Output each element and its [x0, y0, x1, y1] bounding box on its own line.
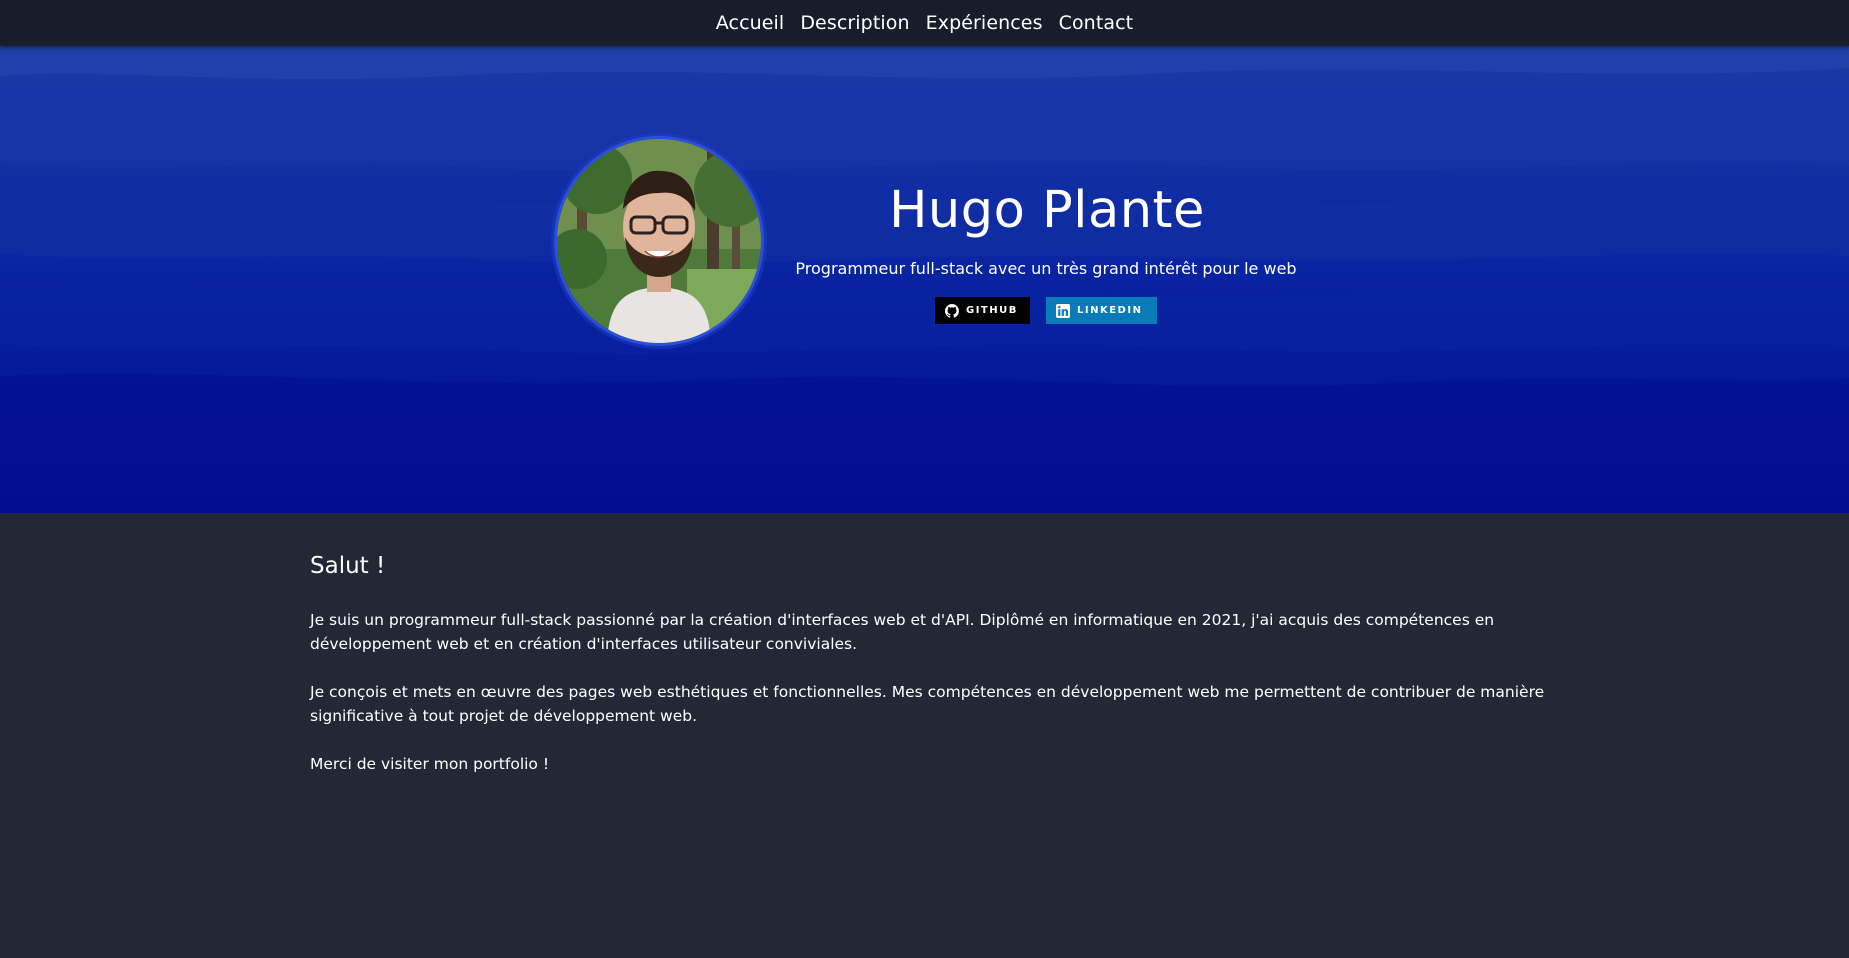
nav-links: Accueil Description Expériences Contact — [0, 0, 1849, 46]
hero-subtitle: Programmeur full-stack avec un très gran… — [795, 259, 1297, 278]
nav-link-experiences[interactable]: Expériences — [926, 12, 1043, 34]
nav-link-accueil[interactable]: Accueil — [716, 12, 785, 34]
about-paragraph: Je suis un programmeur full-stack passio… — [310, 611, 1495, 653]
nav-link-contact[interactable]: Contact — [1059, 12, 1134, 34]
nav-link-description[interactable]: Description — [800, 12, 909, 34]
about-heading: Salut ! — [310, 553, 386, 579]
about-paragraph: Merci de visiter mon portfolio ! — [310, 755, 550, 773]
hero-wave-background — [0, 46, 1849, 513]
github-button[interactable]: GITHUB — [935, 297, 1030, 324]
hero-section: Hugo Plante Programmeur full-stack avec … — [0, 46, 1849, 513]
github-icon — [945, 303, 959, 318]
linkedin-icon — [1056, 303, 1070, 318]
page-title: Hugo Plante — [889, 181, 1205, 240]
about-paragraph: Je conçois et mets en œuvre des pages we… — [310, 683, 1545, 725]
profile-photo — [554, 136, 764, 346]
top-navbar: Accueil Description Expériences Contact — [0, 0, 1849, 46]
linkedin-button[interactable]: LINKEDIN — [1046, 297, 1157, 324]
social-badges: GITHUB LINKEDIN — [935, 297, 1157, 324]
github-label: GITHUB — [966, 305, 1018, 316]
about-section: Salut ! Je suis un programmeur full-stac… — [310, 553, 1550, 800]
linkedin-label: LINKEDIN — [1077, 305, 1143, 316]
